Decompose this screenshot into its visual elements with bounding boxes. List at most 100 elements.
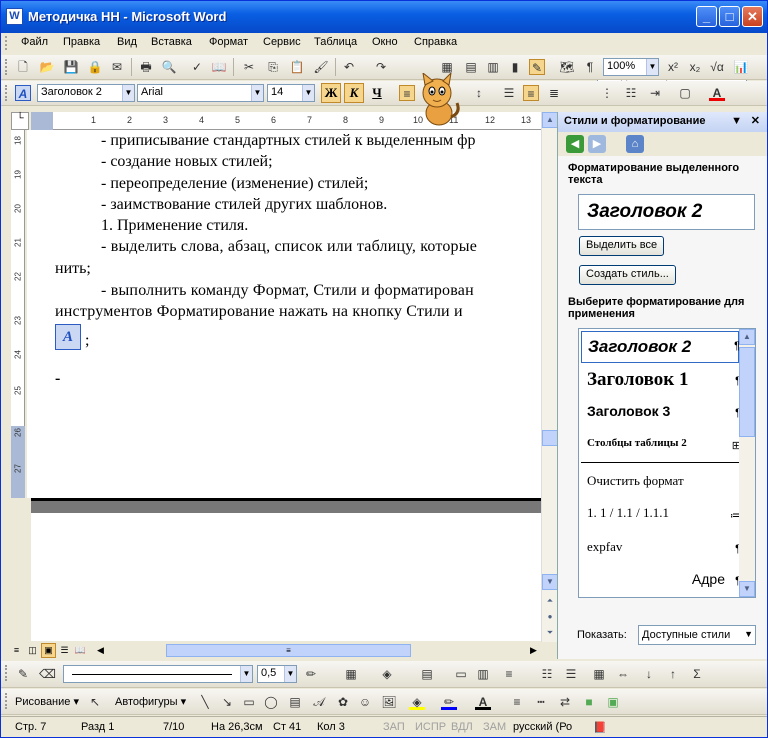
chevron-down-icon[interactable]: ▼ [302, 85, 314, 101]
menu-grip[interactable] [5, 36, 8, 50]
picture-icon[interactable]: 🖼 [381, 694, 397, 710]
chevron-down-icon[interactable]: ▼ [251, 85, 263, 101]
distribute-columns-icon[interactable]: ☰ [563, 666, 579, 682]
style-item-list-numbering[interactable]: 1. 1 / 1.1 / 1.1.1 ≔ [581, 501, 741, 531]
clip-art-icon[interactable]: ☺ [357, 694, 373, 710]
status-track[interactable]: ИСПР [415, 721, 446, 733]
sort-descending-icon[interactable]: ↑ [665, 666, 681, 682]
shadow-style-icon[interactable]: ■ [581, 694, 597, 710]
document-map-icon[interactable]: 🗺 [559, 59, 575, 75]
toolbar-grip[interactable] [5, 693, 8, 709]
eraser-icon[interactable]: ⌫ [39, 666, 56, 682]
font-color-icon[interactable]: A [709, 85, 725, 101]
line-icon[interactable]: ╲ [197, 694, 213, 710]
line-weight-combo[interactable]: 0,5 ▼ [257, 665, 297, 683]
merge-cells-icon[interactable]: ▭ [453, 666, 469, 682]
line-style-icon[interactable]: ≡ [509, 694, 525, 710]
font-color-icon[interactable]: A [475, 694, 491, 710]
columns-icon[interactable]: ▮ [507, 59, 523, 75]
scroll-down-button[interactable]: ▼ [542, 574, 558, 590]
table-autoformat-icon[interactable]: ▦ [591, 666, 607, 682]
style-combo[interactable]: Заголовок 2 ▼ [37, 84, 135, 102]
arrow-style-icon[interactable]: ⇄ [557, 694, 573, 710]
chevron-down-icon[interactable]: ▼ [646, 59, 658, 75]
office-assistant-cat-icon[interactable] [413, 73, 463, 128]
toolbar-grip[interactable] [5, 59, 8, 75]
scroll-down-button[interactable]: ▼ [739, 581, 755, 597]
style-item-clear-format[interactable]: Очистить формат [581, 469, 739, 499]
outline-icon[interactable]: ≣ [546, 85, 562, 101]
style-item-heading3[interactable]: Заголовок 3¶ [581, 399, 741, 429]
copy-icon[interactable]: ⎘ [265, 59, 281, 75]
web-view-icon[interactable]: ◫ [25, 643, 40, 658]
distribute-rows-icon[interactable]: ☷ [539, 666, 555, 682]
insert-table-icon[interactable]: ▤ [463, 59, 479, 75]
print-preview-icon[interactable]: 🔍 [161, 59, 177, 75]
dash-style-icon[interactable]: ┅ [533, 694, 549, 710]
spelling-icon[interactable]: ✓ [189, 59, 205, 75]
cut-icon[interactable]: ✂ [241, 59, 257, 75]
line-style-combo[interactable]: ▼ [63, 665, 253, 683]
rectangle-icon[interactable]: ▭ [241, 694, 257, 710]
3d-style-icon[interactable]: ▣ [605, 694, 621, 710]
superscript-icon[interactable]: x² [665, 59, 681, 75]
excel-icon[interactable]: ▥ [485, 59, 501, 75]
close-pane-icon[interactable]: ✕ [751, 114, 760, 127]
menu-tools[interactable]: Сервис [263, 36, 301, 48]
border-color-icon[interactable]: ✏ [303, 666, 319, 682]
print-layout-icon[interactable]: ▣ [41, 643, 56, 658]
diagram-icon[interactable]: ✿ [335, 694, 351, 710]
current-style-box[interactable]: Заголовок 2 [578, 194, 755, 230]
horizontal-ruler[interactable]: 1 2 3 4 5 6 7 8 9 10 11 12 13 [31, 112, 541, 130]
reading-view-icon[interactable]: 📖 [73, 643, 88, 658]
borders-icon[interactable]: ▦ [343, 666, 359, 682]
font-combo[interactable]: Arial ▼ [137, 84, 264, 102]
autofit-icon[interactable]: ⇔ [615, 666, 631, 682]
next-page-icon[interactable]: ⏷ [542, 626, 558, 642]
chevron-down-icon[interactable]: ▼ [122, 85, 134, 101]
drawing-icon[interactable]: ✎ [529, 59, 545, 75]
format-painter-icon[interactable]: 🖌 [313, 59, 329, 75]
bold-button[interactable]: Ж [321, 83, 341, 103]
outline-view-icon[interactable]: ☰ [57, 643, 72, 658]
maximize-button[interactable]: □ [719, 6, 740, 27]
font-size-combo[interactable]: 14 ▼ [267, 84, 315, 102]
indent-icon[interactable]: ⇥ [647, 85, 663, 101]
menu-view[interactable]: Вид [117, 36, 137, 48]
menu-help[interactable]: Справка [414, 36, 457, 48]
close-button[interactable]: ✕ [742, 6, 763, 27]
bullet-list-icon[interactable]: ☷ [623, 85, 639, 101]
zoom-combo[interactable]: 100% ▼ [603, 58, 659, 76]
paste-icon[interactable]: 📋 [289, 59, 305, 75]
select-objects-icon[interactable]: ↖ [87, 694, 103, 710]
style-list-scrollbar[interactable]: ▲ ▼ [739, 329, 755, 597]
home-icon[interactable]: ⌂ [626, 135, 644, 153]
chevron-down-icon[interactable]: ▼ [240, 666, 252, 682]
toolbar-grip[interactable] [5, 85, 8, 101]
arrow-icon[interactable]: ↘ [219, 694, 235, 710]
menu-window[interactable]: Окно [372, 36, 398, 48]
new-style-button[interactable]: Создать стиль... [579, 265, 676, 285]
menu-insert[interactable]: Вставка [151, 36, 192, 48]
horizontal-scroll-thumb[interactable]: ≡ [166, 644, 411, 657]
shading-icon[interactable]: ◈ [379, 666, 395, 682]
tab-selector[interactable]: └ [11, 112, 29, 130]
fill-color-icon[interactable]: ◈ [409, 694, 425, 710]
horizontal-scrollbar[interactable]: ≡ ◫ ▣ ☰ 📖 ◀ ≡ ▶ [1, 642, 557, 659]
status-overtype[interactable]: ЗАМ [483, 721, 506, 733]
scroll-thumb[interactable] [542, 430, 558, 446]
normal-view-icon[interactable]: ≡ [9, 643, 24, 658]
style-item-expfav[interactable]: expfav¶ [581, 535, 741, 565]
chevron-down-icon[interactable]: ▼ [731, 115, 742, 127]
oval-icon[interactable]: ◯ [263, 694, 279, 710]
draw-table-icon[interactable]: ✎ [15, 666, 31, 682]
scroll-right-button[interactable]: ▶ [526, 643, 541, 658]
minimize-button[interactable]: _ [696, 6, 717, 27]
chevron-down-icon[interactable]: ▼ [744, 629, 753, 639]
text-box-icon[interactable]: ▤ [287, 694, 303, 710]
scroll-left-button[interactable]: ◀ [93, 643, 108, 658]
browse-object-icon[interactable]: ● [542, 610, 558, 626]
new-document-icon[interactable]: 🗋 [15, 59, 31, 75]
menu-format[interactable]: Формат [209, 36, 248, 48]
email-icon[interactable]: ✉ [109, 59, 125, 75]
